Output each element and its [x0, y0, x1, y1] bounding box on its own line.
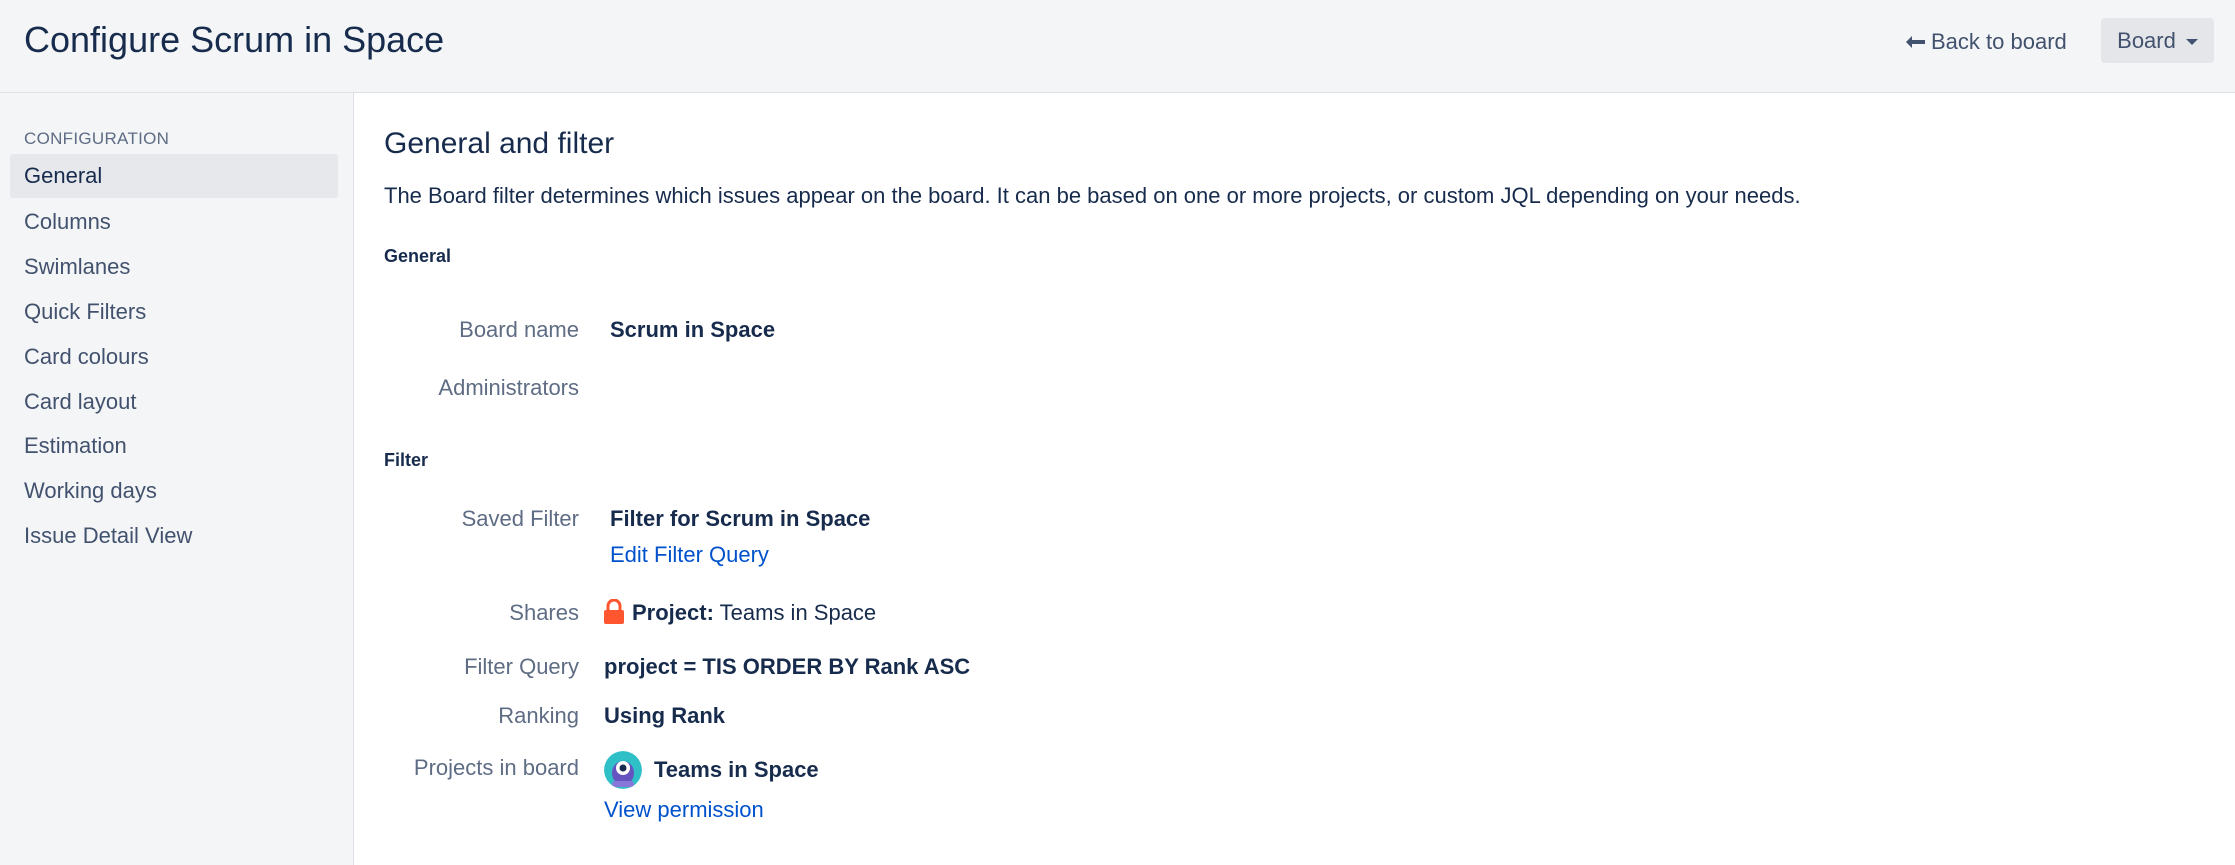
sidebar: CONFIGURATION General Columns Swimlanes …	[0, 93, 354, 865]
shares-prefix: Project:	[632, 600, 714, 625]
shares-project: Teams in Space	[719, 600, 877, 625]
shares-label: Shares	[509, 600, 579, 625]
shares-value: Project: Teams in Space	[632, 600, 876, 626]
sidebar-heading: CONFIGURATION	[24, 129, 170, 148]
caret-down-icon	[2185, 39, 2198, 45]
sidebar-item-label: Working days	[24, 478, 157, 503]
sidebar-item-card-layout[interactable]: Card layout	[10, 380, 338, 424]
edit-filter-query-link[interactable]: Edit Filter Query	[610, 542, 769, 568]
saved-filter-label: Saved Filter	[461, 506, 579, 531]
board-button-label: Board	[2117, 27, 2176, 53]
ranking-value: Using Rank	[604, 703, 726, 728]
sidebar-item-label: Estimation	[24, 433, 127, 458]
section-title: General and filter	[384, 127, 615, 160]
view-permission-link[interactable]: View permission	[604, 797, 764, 823]
section-description: The Board filter determines which issues…	[384, 183, 1801, 208]
sidebar-item-swimlanes[interactable]: Swimlanes	[10, 245, 338, 289]
filter-heading: Filter	[384, 450, 429, 470]
filter-query-value: project = TIS ORDER BY Rank ASC	[604, 654, 971, 679]
back-to-board-link[interactable]: Back to board	[1905, 22, 2067, 62]
page-title: Configure Scrum in Space	[24, 19, 445, 60]
sidebar-item-label: General	[24, 163, 103, 188]
project-avatar-icon	[604, 751, 642, 789]
sidebar-item-label: Quick Filters	[24, 299, 147, 324]
saved-filter-value: Filter for Scrum in Space	[610, 506, 871, 531]
board-name-label: Board name	[459, 317, 579, 342]
general-heading: General	[384, 246, 452, 266]
project-name: Teams in Space	[654, 757, 819, 782]
sidebar-item-label: Card colours	[24, 344, 149, 369]
sidebar-item-card-colours[interactable]: Card colours	[10, 335, 338, 379]
sidebar-item-general[interactable]: General	[10, 154, 338, 198]
board-menu-button[interactable]: Board	[2101, 18, 2214, 63]
back-to-board-label: Back to board	[1931, 29, 2067, 54]
sidebar-item-label: Swimlanes	[24, 254, 131, 279]
sidebar-item-quick-filters[interactable]: Quick Filters	[10, 290, 338, 334]
sidebar-item-working-days[interactable]: Working days	[10, 469, 338, 513]
administrators-label: Administrators	[438, 375, 579, 400]
sidebar-item-label: Columns	[24, 209, 111, 234]
board-name-value: Scrum in Space	[610, 317, 776, 342]
sidebar-item-estimation[interactable]: Estimation	[10, 424, 338, 468]
sidebar-item-issue-detail-view[interactable]: Issue Detail View	[10, 514, 338, 558]
sidebar-item-label: Issue Detail View	[24, 523, 193, 548]
projects-in-board-label: Projects in board	[413, 755, 579, 780]
arrow-left-icon	[1906, 36, 1925, 48]
sidebar-item-columns[interactable]: Columns	[10, 200, 338, 244]
ranking-label: Ranking	[498, 703, 579, 728]
lock-icon	[604, 599, 624, 624]
page-header: Configure Scrum in Space Back to board B…	[0, 0, 2235, 93]
sidebar-item-label: Card layout	[24, 389, 137, 414]
filter-query-label: Filter Query	[464, 654, 579, 679]
